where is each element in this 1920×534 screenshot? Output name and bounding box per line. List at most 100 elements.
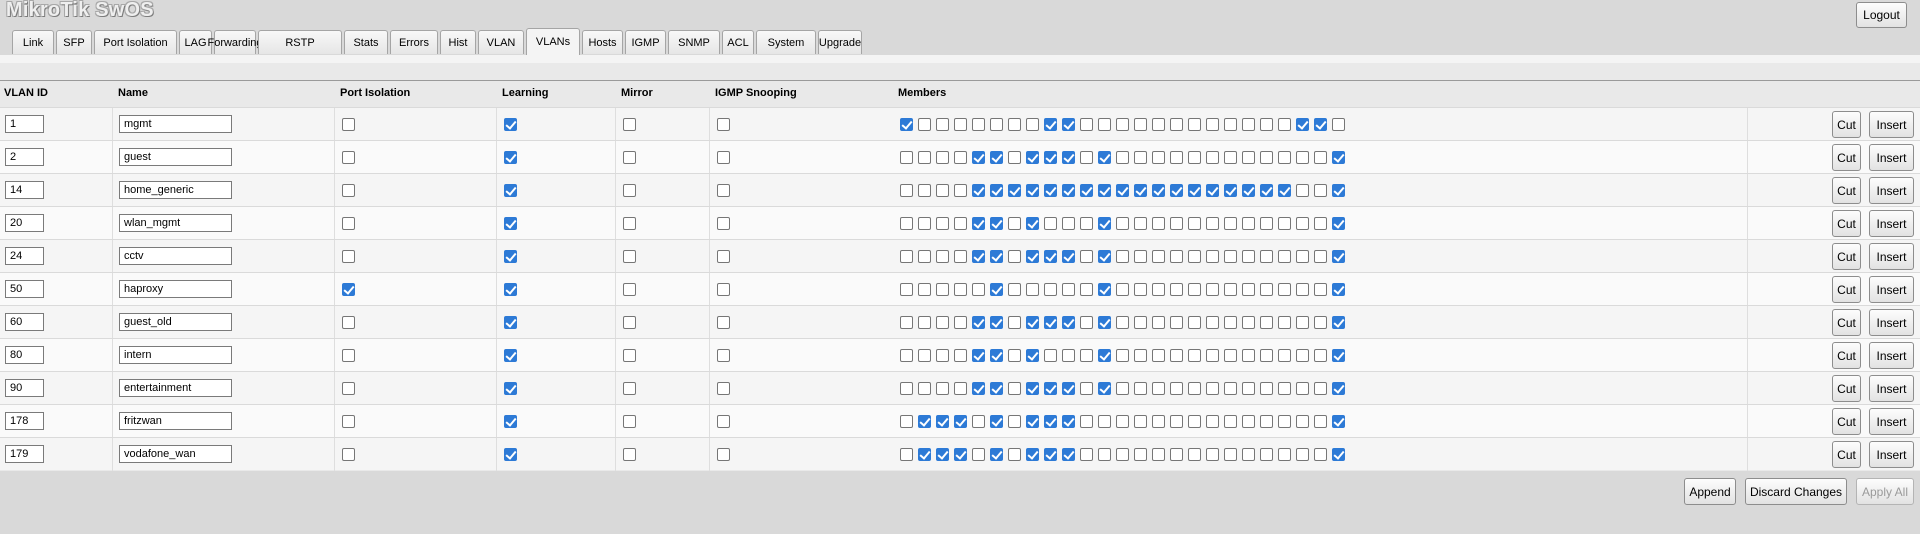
port-isolation-checkbox[interactable] <box>342 118 355 131</box>
member-port-18-checkbox[interactable] <box>1206 415 1219 428</box>
member-port-25-checkbox[interactable] <box>1332 349 1345 362</box>
member-port-23-checkbox[interactable] <box>1296 250 1309 263</box>
member-port-22-checkbox[interactable] <box>1278 151 1291 164</box>
member-port-4-checkbox[interactable] <box>954 283 967 296</box>
member-port-11-checkbox[interactable] <box>1080 316 1093 329</box>
append-button[interactable]: Append <box>1684 478 1736 505</box>
member-port-8-checkbox[interactable] <box>1026 250 1039 263</box>
member-port-15-checkbox[interactable] <box>1152 349 1165 362</box>
learning-checkbox[interactable] <box>504 184 517 197</box>
tab-sfp[interactable]: SFP <box>56 30 92 54</box>
member-port-9-checkbox[interactable] <box>1044 118 1057 131</box>
member-port-16-checkbox[interactable] <box>1170 415 1183 428</box>
member-port-22-checkbox[interactable] <box>1278 217 1291 230</box>
mirror-checkbox[interactable] <box>623 415 636 428</box>
member-port-11-checkbox[interactable] <box>1080 151 1093 164</box>
member-port-10-checkbox[interactable] <box>1062 316 1075 329</box>
member-port-5-checkbox[interactable] <box>972 151 985 164</box>
member-port-17-checkbox[interactable] <box>1188 217 1201 230</box>
member-port-11-checkbox[interactable] <box>1080 349 1093 362</box>
member-port-21-checkbox[interactable] <box>1260 448 1273 461</box>
member-port-3-checkbox[interactable] <box>936 118 949 131</box>
member-port-4-checkbox[interactable] <box>954 250 967 263</box>
member-port-7-checkbox[interactable] <box>1008 316 1021 329</box>
member-port-6-checkbox[interactable] <box>990 151 1003 164</box>
member-port-15-checkbox[interactable] <box>1152 415 1165 428</box>
member-port-14-checkbox[interactable] <box>1134 118 1147 131</box>
member-port-11-checkbox[interactable] <box>1080 448 1093 461</box>
member-port-3-checkbox[interactable] <box>936 250 949 263</box>
member-port-16-checkbox[interactable] <box>1170 184 1183 197</box>
mirror-checkbox[interactable] <box>623 283 636 296</box>
member-port-25-checkbox[interactable] <box>1332 184 1345 197</box>
member-port-15-checkbox[interactable] <box>1152 382 1165 395</box>
member-port-21-checkbox[interactable] <box>1260 151 1273 164</box>
member-port-11-checkbox[interactable] <box>1080 217 1093 230</box>
member-port-13-checkbox[interactable] <box>1116 184 1129 197</box>
member-port-15-checkbox[interactable] <box>1152 217 1165 230</box>
mirror-checkbox[interactable] <box>623 382 636 395</box>
member-port-3-checkbox[interactable] <box>936 349 949 362</box>
insert-button[interactable]: Insert <box>1869 408 1914 435</box>
member-port-25-checkbox[interactable] <box>1332 283 1345 296</box>
member-port-17-checkbox[interactable] <box>1188 283 1201 296</box>
igmp-snooping-checkbox[interactable] <box>717 283 730 296</box>
member-port-15-checkbox[interactable] <box>1152 316 1165 329</box>
member-port-20-checkbox[interactable] <box>1242 382 1255 395</box>
cut-button[interactable]: Cut <box>1832 243 1861 270</box>
member-port-24-checkbox[interactable] <box>1314 382 1327 395</box>
vlan-name-input[interactable] <box>119 247 232 265</box>
member-port-18-checkbox[interactable] <box>1206 217 1219 230</box>
member-port-4-checkbox[interactable] <box>954 316 967 329</box>
member-port-21-checkbox[interactable] <box>1260 283 1273 296</box>
member-port-24-checkbox[interactable] <box>1314 283 1327 296</box>
member-port-13-checkbox[interactable] <box>1116 349 1129 362</box>
port-isolation-checkbox[interactable] <box>342 283 355 296</box>
member-port-6-checkbox[interactable] <box>990 283 1003 296</box>
member-port-18-checkbox[interactable] <box>1206 349 1219 362</box>
member-port-19-checkbox[interactable] <box>1224 250 1237 263</box>
port-isolation-checkbox[interactable] <box>342 349 355 362</box>
member-port-2-checkbox[interactable] <box>918 184 931 197</box>
member-port-2-checkbox[interactable] <box>918 316 931 329</box>
learning-checkbox[interactable] <box>504 250 517 263</box>
member-port-24-checkbox[interactable] <box>1314 250 1327 263</box>
insert-button[interactable]: Insert <box>1869 342 1914 369</box>
member-port-3-checkbox[interactable] <box>936 283 949 296</box>
member-port-22-checkbox[interactable] <box>1278 283 1291 296</box>
member-port-3-checkbox[interactable] <box>936 151 949 164</box>
member-port-15-checkbox[interactable] <box>1152 151 1165 164</box>
member-port-19-checkbox[interactable] <box>1224 415 1237 428</box>
member-port-8-checkbox[interactable] <box>1026 448 1039 461</box>
cut-button[interactable]: Cut <box>1832 309 1861 336</box>
member-port-2-checkbox[interactable] <box>918 349 931 362</box>
member-port-14-checkbox[interactable] <box>1134 217 1147 230</box>
insert-button[interactable]: Insert <box>1869 210 1914 237</box>
port-isolation-checkbox[interactable] <box>342 415 355 428</box>
member-port-10-checkbox[interactable] <box>1062 250 1075 263</box>
member-port-19-checkbox[interactable] <box>1224 118 1237 131</box>
logout-button[interactable]: Logout <box>1856 2 1907 28</box>
member-port-24-checkbox[interactable] <box>1314 118 1327 131</box>
member-port-9-checkbox[interactable] <box>1044 316 1057 329</box>
port-isolation-checkbox[interactable] <box>342 184 355 197</box>
member-port-16-checkbox[interactable] <box>1170 283 1183 296</box>
member-port-4-checkbox[interactable] <box>954 415 967 428</box>
tab-rstp[interactable]: RSTP <box>258 30 342 54</box>
member-port-7-checkbox[interactable] <box>1008 151 1021 164</box>
member-port-5-checkbox[interactable] <box>972 184 985 197</box>
member-port-22-checkbox[interactable] <box>1278 349 1291 362</box>
member-port-2-checkbox[interactable] <box>918 382 931 395</box>
member-port-3-checkbox[interactable] <box>936 316 949 329</box>
member-port-12-checkbox[interactable] <box>1098 415 1111 428</box>
igmp-snooping-checkbox[interactable] <box>717 316 730 329</box>
member-port-10-checkbox[interactable] <box>1062 118 1075 131</box>
member-port-6-checkbox[interactable] <box>990 448 1003 461</box>
member-port-12-checkbox[interactable] <box>1098 283 1111 296</box>
member-port-15-checkbox[interactable] <box>1152 118 1165 131</box>
vlan-name-input[interactable] <box>119 346 232 364</box>
cut-button[interactable]: Cut <box>1832 375 1861 402</box>
member-port-6-checkbox[interactable] <box>990 118 1003 131</box>
mirror-checkbox[interactable] <box>623 316 636 329</box>
member-port-21-checkbox[interactable] <box>1260 217 1273 230</box>
